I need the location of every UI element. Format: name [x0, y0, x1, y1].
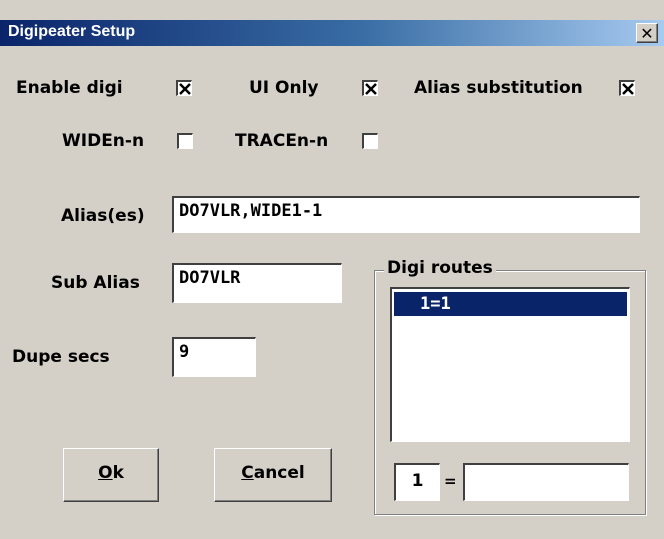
aliases-label: Alias(es) [61, 206, 145, 226]
ui-only-checkbox[interactable] [362, 80, 378, 96]
sub-alias-label: Sub Alias [51, 273, 140, 293]
alias-substitution-label: Alias substitution [414, 78, 583, 98]
route-equals-sign: = [444, 472, 457, 490]
widen-n-label: WIDEn-n [62, 131, 145, 151]
window-title: Digipeater Setup [8, 23, 136, 40]
checkmark-x-icon [179, 83, 191, 95]
sub-alias-input[interactable]: DO7VLR [172, 263, 342, 303]
cancel-label-rest: ancel [253, 463, 305, 483]
route-value-input[interactable] [463, 463, 629, 501]
tracen-n-checkbox[interactable] [362, 133, 378, 149]
digi-routes-title: Digi routes [384, 258, 496, 278]
enable-digi-checkbox[interactable] [176, 80, 192, 96]
tracen-n-label: TRACEn-n [235, 131, 329, 151]
ok-button[interactable]: Ok [63, 448, 159, 502]
widen-n-checkbox[interactable] [177, 133, 193, 149]
digi-routes-list[interactable]: 1=1 [390, 287, 630, 442]
ok-label-rest: k [112, 463, 124, 483]
close-icon: ✕ [640, 24, 654, 43]
checkmark-x-icon [622, 83, 634, 95]
cancel-mnemonic: C [241, 463, 254, 483]
enable-digi-label: Enable digi [16, 78, 123, 98]
alias-substitution-checkbox[interactable] [619, 80, 635, 96]
close-button[interactable]: ✕ [636, 23, 658, 43]
dupe-secs-label: Dupe secs [12, 347, 110, 367]
title-bar[interactable]: Digipeater Setup ✕ [0, 20, 664, 46]
dupe-secs-input[interactable]: 9 [172, 337, 256, 377]
ok-mnemonic: O [98, 463, 113, 483]
aliases-input[interactable]: DO7VLR,WIDE1-1 [172, 196, 640, 233]
checkmark-x-icon [365, 83, 377, 95]
ui-only-label: UI Only [249, 78, 319, 98]
dialog-window: Digipeater Setup ✕ Enable digi UI Only A… [0, 0, 664, 539]
cancel-button[interactable]: Cancel [214, 448, 332, 502]
list-item-selected[interactable]: 1=1 [394, 292, 627, 316]
route-port-input[interactable]: 1 [394, 463, 440, 501]
